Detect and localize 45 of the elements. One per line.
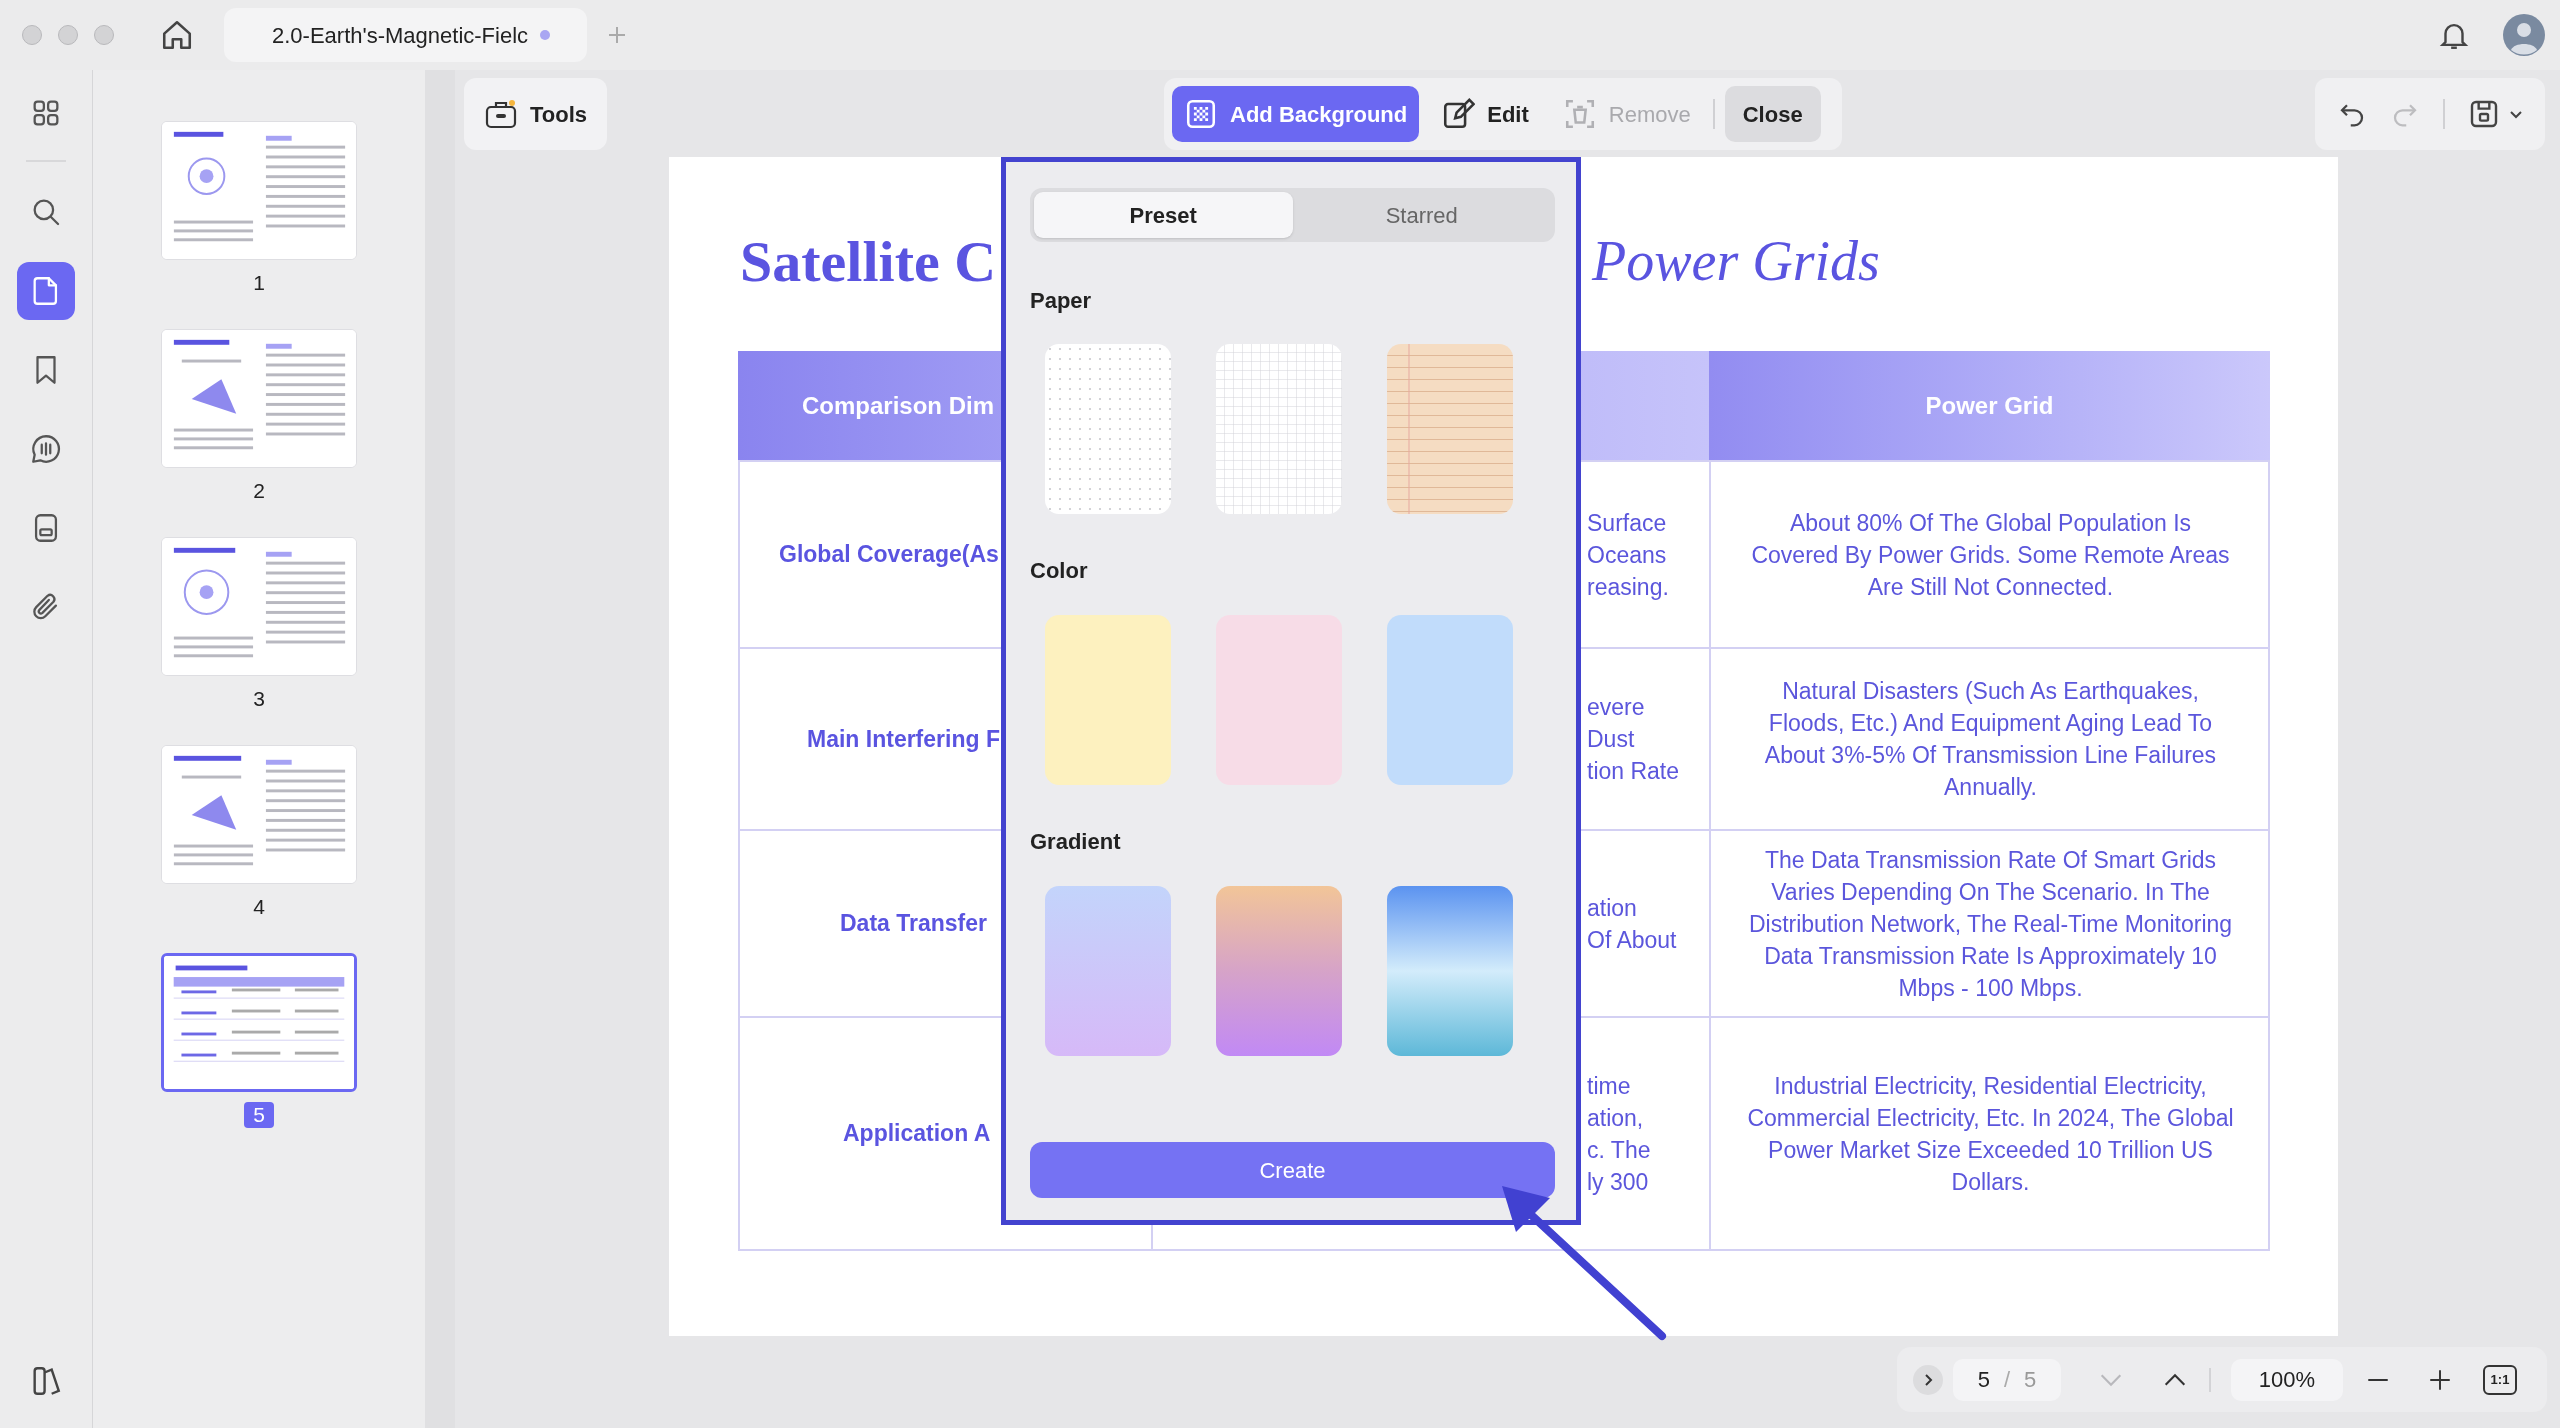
background-swatch[interactable] — [1387, 886, 1513, 1056]
table-header-cell: Power Grid — [1709, 351, 2270, 460]
create-button[interactable]: Create — [1030, 1142, 1555, 1198]
expand-button[interactable] — [1913, 1364, 1943, 1395]
background-swatch[interactable] — [1045, 615, 1171, 785]
page-number: 4 — [252, 894, 266, 920]
zoom-field[interactable]: 100% — [2231, 1358, 2343, 1401]
tab[interactable]: Preset — [1034, 192, 1293, 238]
page-number: 3 — [252, 686, 266, 712]
toolbox-icon — [484, 98, 518, 130]
window-button[interactable] — [94, 25, 114, 45]
document-tab[interactable]: 2.0-Earth's-Magnetic-Fielc — [224, 8, 587, 62]
toolbar-button[interactable]: Add Background — [1172, 86, 1420, 142]
page-number: 2 — [252, 478, 266, 504]
background-swatch[interactable] — [1387, 615, 1513, 785]
page-number: 1 — [252, 270, 266, 296]
background-swatch[interactable] — [1216, 886, 1342, 1056]
table-cell: About 80% Of The Global Population Is Covered By Power Grids. Some Remote Areas Are Still Not Connected. — [1709, 460, 2270, 647]
page-thumbnail[interactable] — [161, 953, 357, 1092]
table-cell: The Data Transmission Rate Of Smart Grids Varies Depending On The Scenario. In The Distribution Network, The Real-Time Monitoring Data Transmission Rate Is Approximately 10 Mbps - 100 Mbps. — [1709, 829, 2270, 1016]
window-button[interactable] — [58, 25, 78, 45]
section-label: Color — [1030, 558, 1089, 584]
table-cell: Natural Disasters (Such As Earthquakes, Floods, Etc.) And Equipment Aging Lead To About 3%-5% Of Transmission Line Failures Annually. — [1709, 647, 2270, 829]
page-button[interactable] — [17, 262, 75, 320]
document-title: Power Grids — [1592, 230, 1880, 292]
edit-icon — [1441, 97, 1476, 131]
background-swatch[interactable] — [1045, 886, 1171, 1056]
close-button[interactable]: Close — [1724, 86, 1821, 142]
page-number-field[interactable]: 5 / 5 — [1953, 1358, 2061, 1401]
toolbar-button[interactable]: Edit — [1429, 86, 1541, 142]
background-swatch[interactable] — [1387, 344, 1513, 514]
page-number: 5 — [244, 1102, 274, 1128]
tools-button[interactable]: Tools — [464, 78, 607, 150]
background-swatch[interactable] — [1216, 344, 1342, 514]
table-cell: Industrial Electricity, Residential Electricity, Commercial Electricity, Etc. In 2024, The Global Power Market Size Exceeded 10 Trillion US Dollars. — [1709, 1016, 2270, 1249]
section-label: Paper — [1030, 288, 1093, 314]
home-icon[interactable] — [160, 18, 194, 52]
actual-size-button[interactable]: 1:1 — [2483, 1364, 2517, 1395]
section-label: Gradient — [1030, 829, 1122, 855]
window-button[interactable] — [22, 25, 42, 45]
document-title: Satellite C — [740, 228, 997, 294]
avatar[interactable] — [2503, 14, 2545, 56]
comment-icon — [29, 432, 63, 466]
tab[interactable]: Starred — [1292, 192, 1551, 238]
background-icon — [1184, 97, 1218, 131]
